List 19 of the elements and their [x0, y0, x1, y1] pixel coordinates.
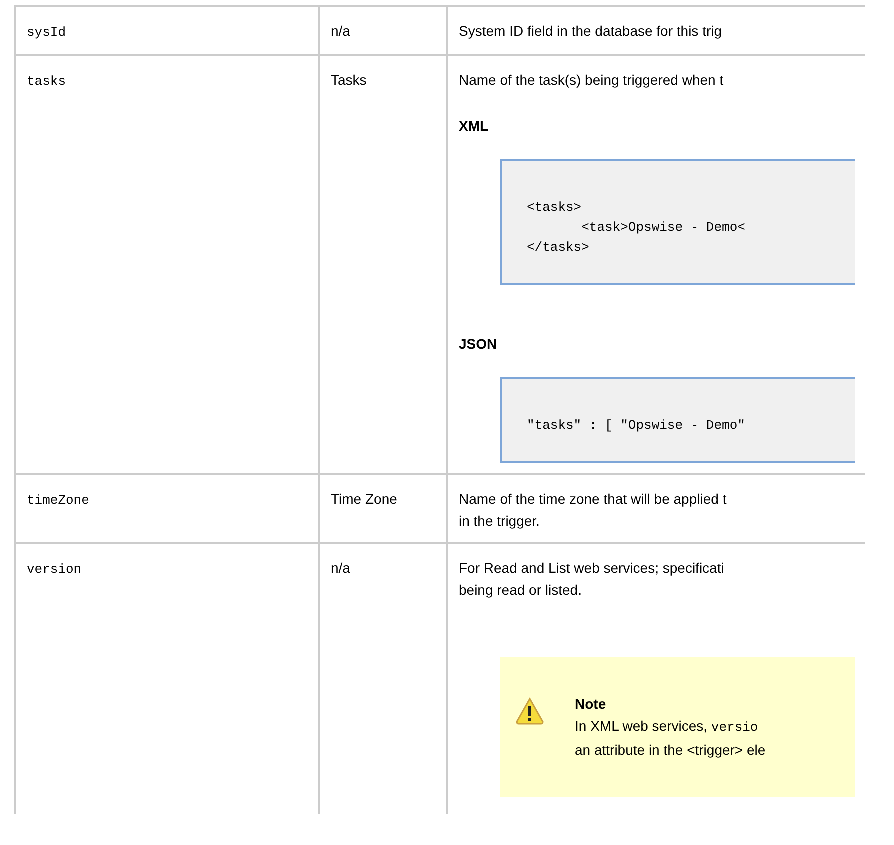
field-name: sysId	[27, 25, 66, 40]
warning-icon	[515, 697, 545, 725]
description-text: Name of the task(s) being triggered when t	[459, 71, 725, 90]
section-heading: XML	[459, 117, 490, 136]
code-block: "tasks" : [ "Opswise - Demo"	[500, 377, 855, 463]
description-text: For Read and List web services; specificati being read or listed.	[459, 559, 726, 600]
field-name: timeZone	[27, 493, 90, 508]
description-text: Name of the time zone that will be applied t in the trigger.	[459, 490, 728, 531]
field-label: n/a	[331, 23, 350, 39]
field-label: n/a	[331, 560, 350, 576]
section-heading: JSON	[459, 335, 498, 354]
field-name: version	[27, 562, 82, 577]
description-text: System ID field in the database for this trig	[459, 22, 724, 41]
field-label: Tasks	[331, 72, 367, 88]
note-text: In XML web services, versio an attribute in the <trigger> ele	[575, 717, 766, 760]
field-label: Time Zone	[331, 491, 398, 507]
note-title: Note	[575, 695, 608, 714]
field-name: tasks	[27, 74, 66, 89]
code-block: <tasks> <task>Opswise - Demo< </tasks>	[500, 159, 855, 285]
